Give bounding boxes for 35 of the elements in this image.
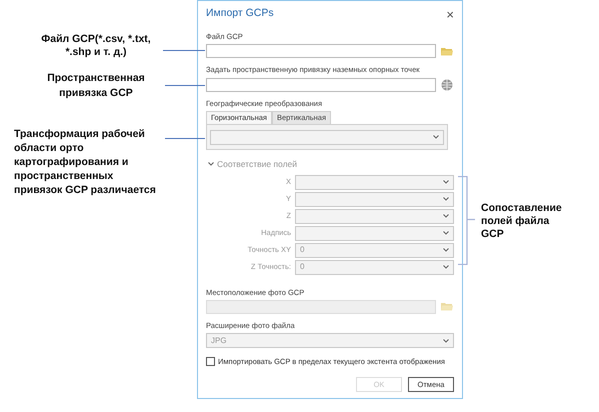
chevron-down-icon [443,265,449,269]
close-button[interactable]: × [446,8,454,20]
select-value: 0 [300,261,304,273]
leader-line [165,138,205,139]
annotation-text: Трансформация рабочей области орто картографирования и пространственных привязок GCP различается [14,127,157,197]
field-select[interactable] [295,226,454,240]
folder-icon[interactable] [441,302,453,312]
leader-line [165,85,205,86]
leader-line [163,50,205,51]
gcp-file-field[interactable] [206,44,436,58]
globe-icon[interactable] [441,78,453,90]
chevron-down-icon [443,338,449,342]
window-title: Импорт GCPs [206,6,274,22]
photo-extension-select[interactable]: JPG [206,333,454,348]
transformation-select[interactable] [210,130,444,145]
annotation-text: Сопоставление полей файла GCP [481,202,563,241]
field-select[interactable] [295,192,454,206]
chevron-down-icon [443,231,449,235]
spatial-reference-field[interactable] [206,78,436,92]
annotation-text: Файл GCP(*.csv, *.txt, *.shp и т. д.) [40,33,152,59]
chevron-down-icon [443,248,449,252]
section-toggle[interactable]: Соответствие полей [217,158,298,170]
chevron-down-icon [443,214,449,218]
chevron-down-icon [433,135,439,140]
chevron-down-icon [443,180,449,184]
field-select[interactable] [295,174,454,190]
field-select[interactable]: 0 [295,260,454,274]
select-value: 0 [300,244,304,256]
select-value: JPG [211,334,227,346]
field-select[interactable]: 0 [295,242,454,258]
checkbox[interactable] [206,357,215,366]
chevron-down-icon [443,197,449,201]
annotation-text: Пространственная привязка GCP [46,71,146,101]
field-select[interactable] [295,208,454,224]
folder-icon[interactable] [441,46,453,56]
